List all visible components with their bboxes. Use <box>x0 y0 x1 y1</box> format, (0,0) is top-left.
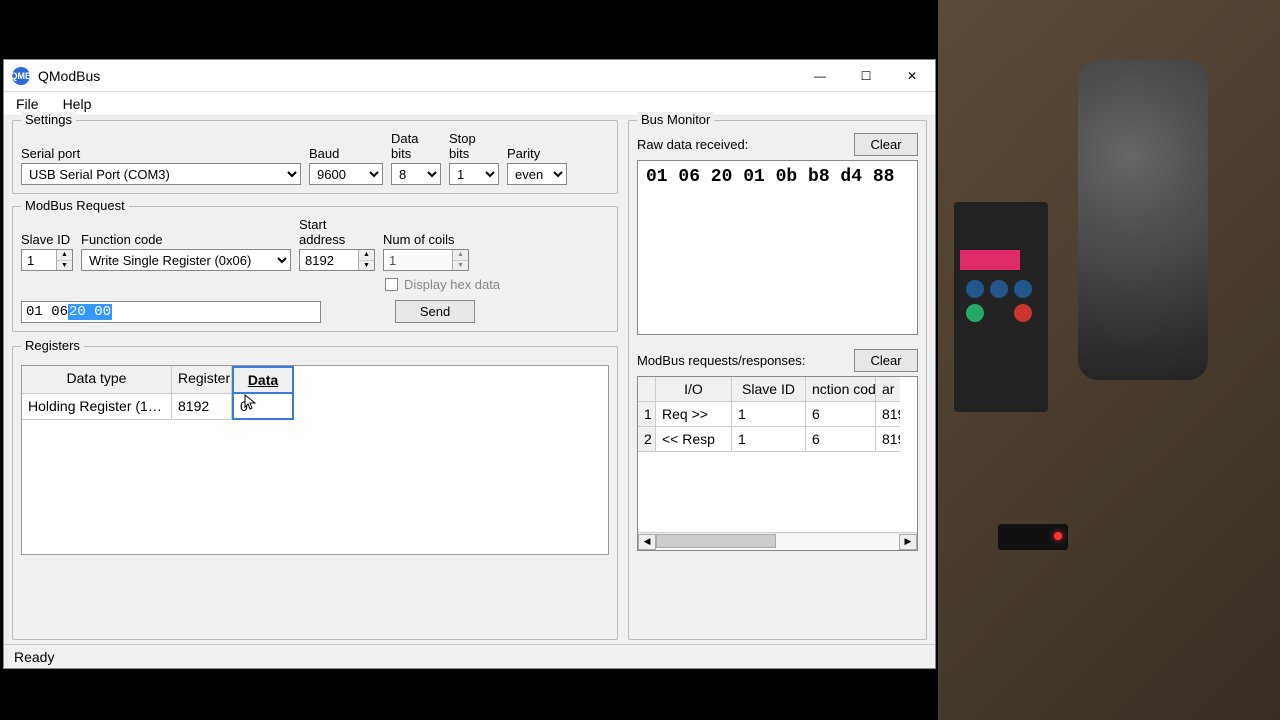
vfd-display <box>960 250 1020 270</box>
registers-row[interactable]: Holding Register (1… 8192 0 <box>22 394 608 420</box>
start-input[interactable]: ▲▼ <box>299 249 375 271</box>
raw-selected: 20 00 <box>68 304 112 320</box>
hex-checkbox[interactable]: Display hex data <box>385 277 500 292</box>
cell-data[interactable]: 0 <box>232 394 294 420</box>
raw-prefix: 01 06 <box>26 304 68 320</box>
databits-label: Data bits <box>391 131 441 161</box>
menu-file[interactable]: File <box>10 94 45 114</box>
parity-label: Parity <box>507 146 567 161</box>
horizontal-scrollbar[interactable]: ◀ ▶ <box>638 532 917 550</box>
scroll-right-icon[interactable]: ▶ <box>899 534 917 550</box>
vfd-button <box>990 280 1008 298</box>
slave-id-input[interactable]: ▲▼ <box>21 249 73 271</box>
vfd-button <box>1014 280 1032 298</box>
minimize-button[interactable]: — <box>797 61 843 91</box>
chevron-down-icon[interactable]: ▼ <box>359 261 374 271</box>
func-label: Function code <box>81 232 291 247</box>
scroll-thumb[interactable] <box>656 534 776 548</box>
clear-req-button[interactable]: Clear <box>854 349 918 372</box>
col-io[interactable]: I/O <box>656 377 732 402</box>
col-func[interactable]: nction cod <box>806 377 876 402</box>
req-table[interactable]: I/O Slave ID nction cod ar 1 Req >> 1 6 … <box>637 376 918 551</box>
col-addr[interactable]: ar <box>876 377 900 402</box>
serial-port-label: Serial port <box>21 146 301 161</box>
monitor-title: Bus Monitor <box>637 112 714 127</box>
raw-data-area[interactable]: 01 06 20 01 0b b8 d4 88 <box>637 160 918 335</box>
registers-group: Registers Data type Register Data Holdin… <box>12 346 618 640</box>
func-select[interactable]: Write Single Register (0x06) <box>81 249 291 271</box>
usb-adapter <box>998 524 1068 550</box>
monitor-group: Bus Monitor Raw data received: Clear 01 … <box>628 120 927 640</box>
col-slave[interactable]: Slave ID <box>732 377 806 402</box>
databits-select[interactable]: 8 <box>391 163 441 185</box>
settings-group: Settings Serial port USB Serial Port (CO… <box>12 120 618 194</box>
baud-label: Baud <box>309 146 383 161</box>
table-row[interactable]: 2 << Resp 1 6 819 <box>638 427 917 452</box>
vfd-button <box>966 280 984 298</box>
request-group: ModBus Request Slave ID ▲▼ Function code… <box>12 206 618 332</box>
cell-register: 8192 <box>172 394 232 420</box>
raw-data-label: Raw data received: <box>637 137 748 152</box>
cell-datatype: Holding Register (1… <box>22 394 172 420</box>
menubar: File Help <box>4 92 935 116</box>
req-resp-label: ModBus requests/responses: <box>637 353 805 368</box>
vfd-run-button <box>966 304 984 322</box>
settings-title: Settings <box>21 112 76 127</box>
statusbar: Ready <box>4 644 935 668</box>
col-data[interactable]: Data <box>232 366 294 394</box>
raw-bytes-display[interactable]: 01 06 20 00 <box>21 301 321 323</box>
clear-raw-button[interactable]: Clear <box>854 133 918 156</box>
stopbits-select[interactable]: 1 <box>449 163 499 185</box>
motor <box>1078 60 1208 380</box>
chevron-up-icon[interactable]: ▲ <box>57 250 72 261</box>
checkbox-icon[interactable] <box>385 278 398 291</box>
stopbits-label: Stop bits <box>449 131 499 161</box>
status-text: Ready <box>14 649 54 665</box>
chevron-down-icon[interactable]: ▼ <box>453 261 468 271</box>
registers-header: Data type Register Data <box>22 366 608 394</box>
col-register[interactable]: Register <box>172 366 232 394</box>
app-window: QMB QModBus — ☐ ✕ File Help Settings Ser… <box>3 59 936 669</box>
content: Settings Serial port USB Serial Port (CO… <box>4 116 935 644</box>
start-label: Start address <box>299 217 375 247</box>
chevron-down-icon[interactable]: ▼ <box>57 261 72 271</box>
request-title: ModBus Request <box>21 198 129 213</box>
table-row[interactable]: 1 Req >> 1 6 819 <box>638 402 917 427</box>
close-button[interactable]: ✕ <box>889 61 935 91</box>
baud-select[interactable]: 9600 <box>309 163 383 185</box>
registers-title: Registers <box>21 338 84 353</box>
app-icon: QMB <box>12 67 30 85</box>
titlebar: QMB QModBus — ☐ ✕ <box>4 60 935 92</box>
hardware-photo <box>938 0 1280 720</box>
send-button[interactable]: Send <box>395 300 475 323</box>
serial-port-select[interactable]: USB Serial Port (COM3) <box>21 163 301 185</box>
num-input[interactable]: ▲▼ <box>383 249 469 271</box>
led-icon <box>1054 532 1062 540</box>
num-label: Num of coils <box>383 232 469 247</box>
maximize-button[interactable]: ☐ <box>843 61 889 91</box>
parity-select[interactable]: even <box>507 163 567 185</box>
hex-label: Display hex data <box>404 277 500 292</box>
scroll-left-icon[interactable]: ◀ <box>638 534 656 550</box>
slave-id-label: Slave ID <box>21 232 73 247</box>
col-datatype[interactable]: Data type <box>22 366 172 394</box>
chevron-up-icon[interactable]: ▲ <box>453 250 468 261</box>
window-title: QModBus <box>38 68 797 84</box>
chevron-up-icon[interactable]: ▲ <box>359 250 374 261</box>
window-controls: — ☐ ✕ <box>797 61 935 91</box>
menu-help[interactable]: Help <box>57 94 98 114</box>
vfd-stop-button <box>1014 304 1032 322</box>
